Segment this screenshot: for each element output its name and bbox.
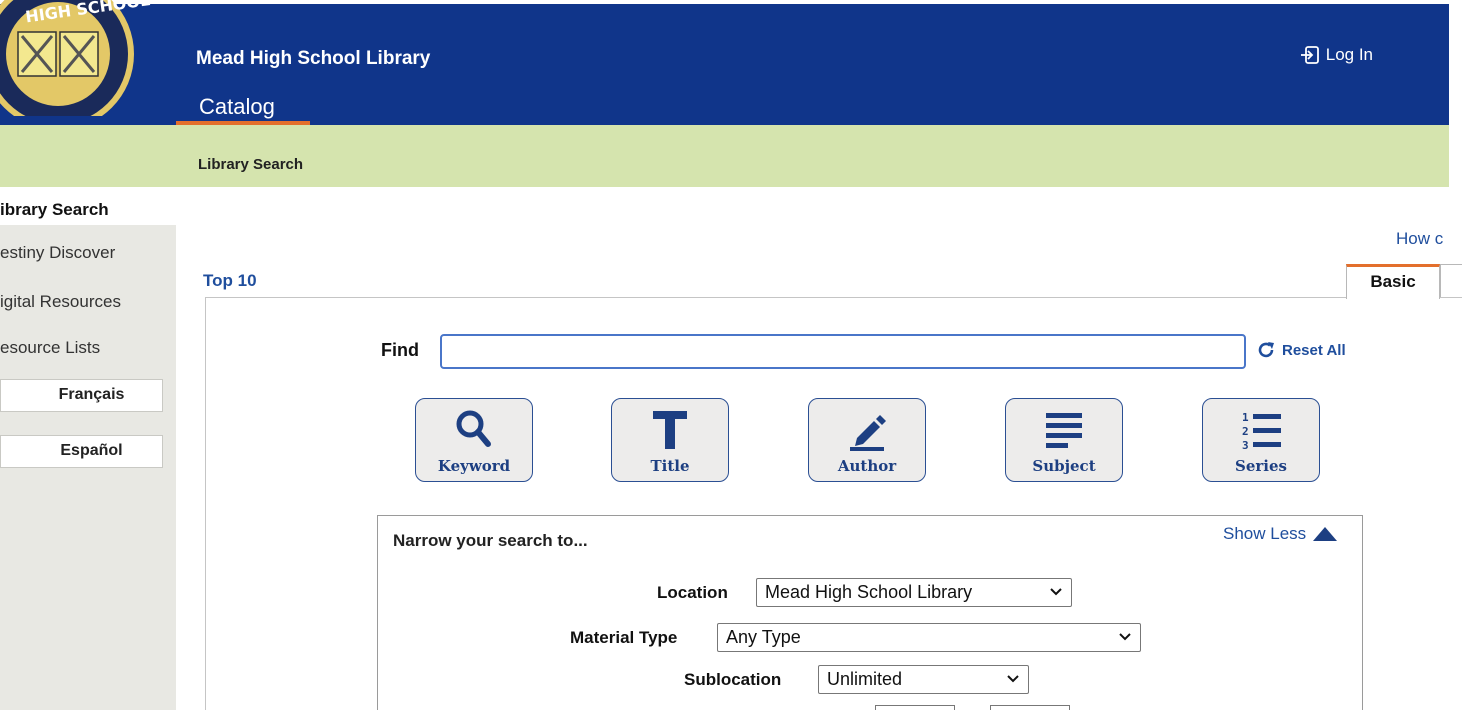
series-label: Series xyxy=(1235,457,1287,475)
show-less-toggle[interactable]: Show Less xyxy=(1223,524,1338,544)
top-header: HIGH SCHOOL Mead High School Library Cat… xyxy=(0,0,1449,125)
material-type-select[interactable]: Any Type xyxy=(717,623,1141,652)
language-button-francais[interactable]: Français xyxy=(0,379,163,412)
material-type-label: Material Type xyxy=(570,628,678,647)
svg-text:3: 3 xyxy=(1242,439,1249,451)
breadcrumb: Library Search xyxy=(0,125,1449,187)
login-icon xyxy=(1300,46,1319,64)
keyword-label: Keyword xyxy=(437,457,511,475)
tab-basic[interactable]: Basic xyxy=(1346,264,1440,299)
tab-next[interactable] xyxy=(1440,264,1462,298)
chevron-down-icon xyxy=(1050,588,1062,596)
title-search-button[interactable]: Title xyxy=(611,398,729,482)
partial-input-2[interactable] xyxy=(990,705,1070,710)
breadcrumb-current: Library Search xyxy=(198,156,304,173)
title-label: Title xyxy=(650,457,690,475)
sidebar-item-resource-lists[interactable]: esource Lists xyxy=(0,338,176,358)
login-button[interactable]: Log In xyxy=(1300,45,1373,65)
reset-all-button[interactable]: Reset All xyxy=(1256,340,1346,360)
sidebar-item-library-search[interactable]: ibrary Search xyxy=(0,187,176,225)
location-label: Location xyxy=(657,583,728,602)
site-title: Mead High School Library xyxy=(196,48,431,69)
numbered-list-icon: 1 2 3 xyxy=(1242,411,1281,451)
svg-text:2: 2 xyxy=(1242,425,1249,438)
login-label: Log In xyxy=(1325,45,1373,64)
sidebar-item-digital-resources[interactable]: igital Resources xyxy=(0,292,176,312)
sublocation-label: Sublocation xyxy=(684,670,782,689)
pen-icon xyxy=(850,415,886,451)
find-label: Find xyxy=(381,340,419,360)
title-t-icon xyxy=(653,411,687,449)
howto-link[interactable]: How c xyxy=(1396,229,1443,249)
reset-all-label: Reset All xyxy=(1282,341,1346,359)
tab-catalog[interactable]: Catalog xyxy=(176,86,310,125)
refresh-icon xyxy=(1258,342,1274,358)
top10-link[interactable]: Top 10 xyxy=(203,271,257,291)
chevron-down-icon xyxy=(1007,675,1019,683)
sublocation-value: Unlimited xyxy=(827,669,903,689)
location-value: Mead High School Library xyxy=(765,582,973,602)
subject-search-button[interactable]: Subject xyxy=(1005,398,1123,482)
language-button-espanol[interactable]: Español xyxy=(0,435,163,468)
sidebar-item-destiny-discover[interactable]: estiny Discover xyxy=(0,243,176,263)
keyword-search-button[interactable]: Keyword xyxy=(415,398,533,482)
lines-icon xyxy=(1046,413,1082,448)
subject-label: Subject xyxy=(1032,457,1096,475)
narrow-title: Narrow your search to... xyxy=(393,531,588,550)
author-search-button[interactable]: Author xyxy=(808,398,926,482)
series-search-button[interactable]: 1 2 3 Series xyxy=(1202,398,1320,482)
chevron-down-icon xyxy=(1119,633,1131,641)
school-logo[interactable]: HIGH SCHOOL xyxy=(0,0,170,116)
svg-text:1: 1 xyxy=(1242,411,1249,424)
triangle-up-icon xyxy=(1313,527,1338,541)
author-label: Author xyxy=(837,457,897,475)
magnifier-icon xyxy=(456,410,491,447)
sidebar: ibrary Search estiny Discover igital Res… xyxy=(0,187,176,710)
partial-input-1[interactable] xyxy=(875,705,955,710)
location-select[interactable]: Mead High School Library xyxy=(756,578,1072,607)
find-input[interactable] xyxy=(440,334,1246,369)
sublocation-select[interactable]: Unlimited xyxy=(818,665,1029,694)
show-less-label: Show Less xyxy=(1223,524,1307,543)
material-type-value: Any Type xyxy=(726,627,801,647)
